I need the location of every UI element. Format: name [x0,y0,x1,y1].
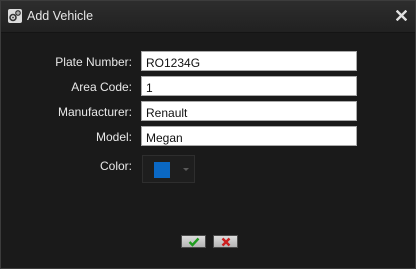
confirm-button[interactable] [181,235,206,248]
title-bar: Add Vehicle [1,1,415,33]
area-code-label: Area Code: [71,80,132,94]
chevron-down-icon [183,168,189,171]
area-code-input[interactable] [141,76,357,96]
manufacturer-input[interactable] [141,101,357,121]
color-swatch [154,162,170,178]
manufacturer-label: Manufacturer: [57,105,132,119]
cancel-button[interactable] [213,235,238,248]
model-row: Model: [1,126,415,148]
model-input[interactable] [141,126,357,146]
area-code-row: Area Code: [1,76,415,98]
color-picker[interactable] [142,155,195,183]
window-title: Add Vehicle [27,9,94,23]
check-icon [188,237,200,247]
add-vehicle-dialog: Add Vehicle Plate Number: Area Code: Man… [0,0,416,269]
plate-number-label: Plate Number: [55,55,132,69]
gears-icon [8,9,22,23]
close-icon[interactable] [396,10,407,21]
color-row: Color: [1,155,415,185]
plate-number-input[interactable] [141,51,357,71]
plate-number-row: Plate Number: [1,51,415,73]
x-icon [221,237,231,247]
manufacturer-row: Manufacturer: [1,101,415,123]
color-label: Color: [99,159,132,173]
model-label: Model: [95,130,132,144]
